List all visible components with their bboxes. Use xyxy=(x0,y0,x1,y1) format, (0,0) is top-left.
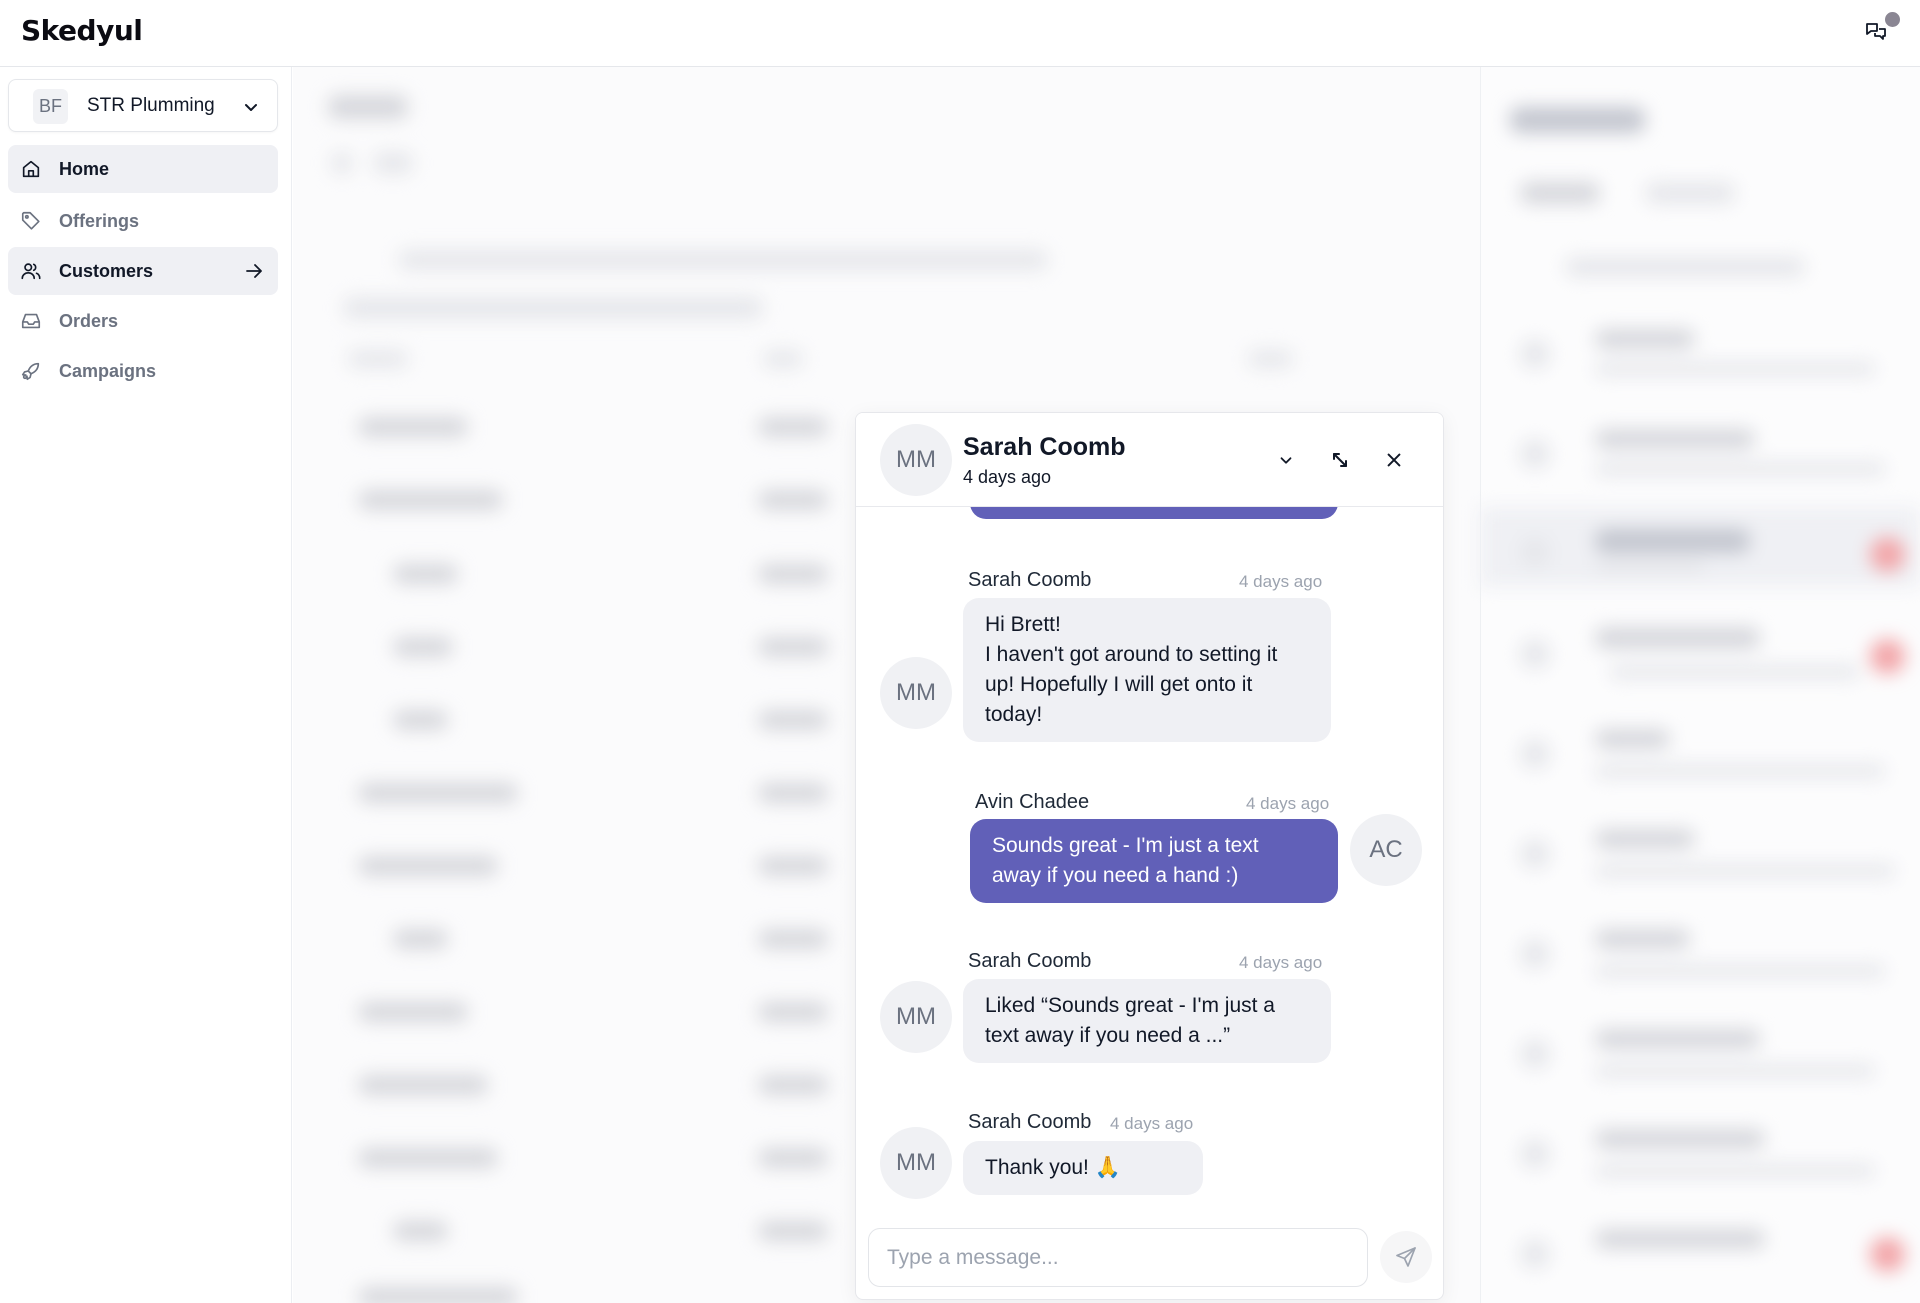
send-icon xyxy=(1396,1247,1416,1267)
workspace-selector[interactable]: BF STR Plumming xyxy=(8,79,278,132)
message-line: Sounds great - I'm just a text xyxy=(992,834,1259,857)
send-button[interactable] xyxy=(1380,1231,1432,1283)
last-active: 4 days ago xyxy=(963,467,1052,487)
message-sender: Sarah Coomb xyxy=(968,950,1092,972)
message-line: away if you need a hand :) xyxy=(992,864,1239,887)
message-bubble-previous xyxy=(970,507,1338,519)
sender-avatar: MM xyxy=(880,981,952,1053)
unread-indicator xyxy=(1885,12,1900,27)
chevron-down-icon xyxy=(1280,457,1292,464)
message-bubble: Thank you! 🙏 xyxy=(963,1141,1203,1195)
chevron-down-icon xyxy=(245,104,257,111)
message-line: Liked “Sounds great - I'm just a xyxy=(985,994,1275,1017)
sidebar-item-customers[interactable]: Customers xyxy=(8,247,278,295)
message-timestamp: 4 days ago xyxy=(1239,572,1323,591)
message-line: I haven't got around to setting it xyxy=(985,643,1278,666)
message-line: up! Hopefully I will get onto it xyxy=(985,673,1253,696)
expand-icon xyxy=(1333,453,1347,467)
sidebar-item-campaigns[interactable]: Campaigns xyxy=(8,347,278,395)
sidebar-nav: Home Offerings Customers Orders Campaign… xyxy=(8,145,278,397)
message-line: text away if you need a ...” xyxy=(985,1024,1231,1047)
sender-avatar: AC xyxy=(1350,814,1422,886)
sidebar-item-label: Campaigns xyxy=(59,361,157,381)
message-bubble: Hi Brett! I haven't got around to settin… xyxy=(963,598,1331,742)
message-list[interactable]: Sarah Coomb 4 days ago MM Hi Brett! I ha… xyxy=(856,507,1443,1201)
message-timestamp: 4 days ago xyxy=(1239,953,1323,972)
workspace-name: STR Plumming xyxy=(87,95,215,116)
inbox-icon xyxy=(21,313,41,329)
message-bubble: Sounds great - I'm just a text away if y… xyxy=(970,819,1338,903)
sidebar-item-orders[interactable]: Orders xyxy=(8,297,278,345)
sidebar-item-offerings[interactable]: Offerings xyxy=(8,197,278,245)
minimize-button[interactable] xyxy=(1270,444,1302,476)
workspace-avatar: BF xyxy=(33,89,68,124)
close-button[interactable] xyxy=(1378,444,1410,476)
top-bar: Skedyul xyxy=(0,0,1920,67)
message-timestamp: 4 days ago xyxy=(1246,794,1330,813)
sidebar-item-label: Orders xyxy=(59,311,119,331)
message-sender: Avin Chadee xyxy=(975,791,1090,813)
chat-bubbles-icon xyxy=(1866,23,1886,40)
sender-avatar: MM xyxy=(880,1127,952,1199)
message-line: Thank you! 🙏 xyxy=(985,1156,1121,1179)
message-line: today! xyxy=(985,703,1043,726)
message-sender: Sarah Coomb xyxy=(968,1111,1092,1133)
message-sender: Sarah Coomb xyxy=(968,569,1092,591)
sidebar: BF STR Plumming Home Offerings Customers… xyxy=(0,67,292,1303)
home-icon xyxy=(22,160,40,178)
arrow-right-icon xyxy=(246,264,262,278)
message-timestamp: 4 days ago xyxy=(1110,1114,1194,1133)
users-icon xyxy=(21,263,41,280)
contact-name: Sarah Coomb xyxy=(963,433,1126,461)
close-icon xyxy=(1387,453,1401,467)
rocket-icon xyxy=(21,362,40,381)
contact-avatar: MM xyxy=(880,424,952,496)
sidebar-item-label: Home xyxy=(59,159,110,179)
app-logo[interactable]: Skedyul xyxy=(21,14,143,47)
tag-icon xyxy=(21,211,40,230)
sidebar-item-label: Offerings xyxy=(59,211,140,231)
sidebar-item-label: Customers xyxy=(59,261,154,281)
conversations-panel-blurred xyxy=(1480,67,1920,1303)
message-bubble: Liked “Sounds great - I'm just a text aw… xyxy=(963,979,1331,1063)
message-line: Hi Brett! xyxy=(985,613,1061,636)
sidebar-item-home[interactable]: Home xyxy=(8,145,278,193)
message-input[interactable] xyxy=(868,1228,1368,1287)
chat-header: MM Sarah Coomb 4 days ago xyxy=(856,413,1443,507)
expand-button[interactable] xyxy=(1324,444,1356,476)
sender-avatar: MM xyxy=(880,657,952,729)
chat-panel: MM Sarah Coomb 4 days ago Sarah Coomb 4 … xyxy=(855,412,1444,1300)
